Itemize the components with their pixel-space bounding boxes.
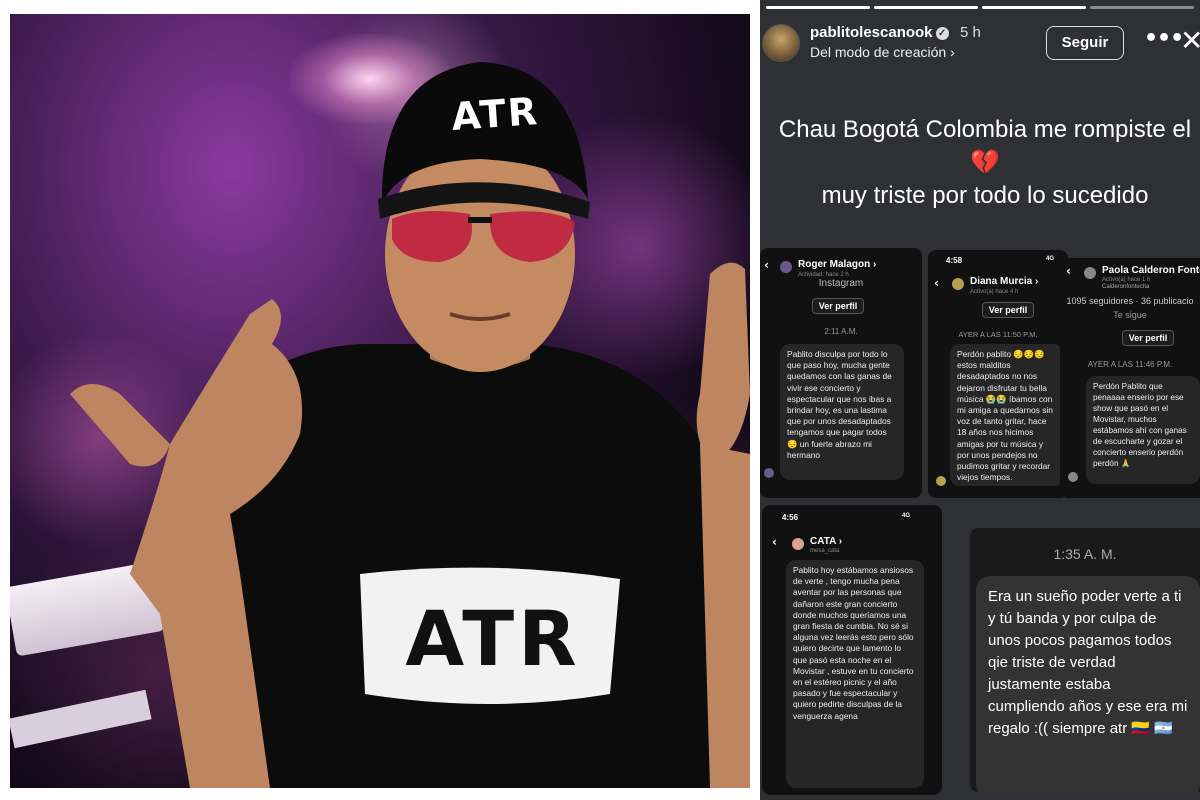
avatar[interactable]	[762, 24, 800, 62]
avatar	[1084, 267, 1096, 279]
contact-name[interactable]: Roger Malagon ›	[798, 259, 876, 270]
back-arrow-icon[interactable]: ‹	[1066, 264, 1071, 278]
dm-screenshot-large: 1:35 A. M. Era un sueño poder verte a ti…	[970, 528, 1200, 792]
status-clock: 4:58	[946, 256, 963, 265]
back-arrow-icon[interactable]: ‹	[934, 276, 939, 290]
follow-button[interactable]: Seguir	[1046, 26, 1124, 60]
story-caption: Chau Bogotá Colombia me rompiste el 💔 mu…	[760, 112, 1200, 214]
avatar	[792, 538, 804, 550]
contact-name[interactable]: Diana Murcia ›	[970, 276, 1038, 287]
avatar	[780, 261, 792, 273]
activity-status: Activo(a) hace 4 h	[970, 289, 1019, 295]
close-icon[interactable]: ✕	[1180, 24, 1200, 57]
activity-status: Activo(a) hace 1 h	[1102, 277, 1151, 283]
broken-heart-icon: 💔	[970, 149, 1000, 176]
message-timestamp: AYER A LAS 11:46 P.M.	[1087, 360, 1173, 369]
more-options-icon[interactable]: •••	[1144, 26, 1184, 51]
progress-segment	[766, 6, 870, 9]
dm-screenshot-cata: 4:56 4G ‹ CATA › mesa_cata Pablito hoy e…	[762, 505, 942, 795]
message-timestamp: AYER A LAS 11:50 P.M.	[958, 330, 1038, 339]
sender-avatar	[936, 476, 946, 486]
contact-name[interactable]: Paola Calderon Fonte	[1102, 265, 1200, 276]
contact-name[interactable]: CATA ›	[810, 536, 842, 547]
dm-screenshot-paola: ‹ Paola Calderon Fonte Activo(a) hace 1 …	[1060, 258, 1200, 498]
caption-line-1: Chau Bogotá Colombia me rompiste el	[778, 116, 1192, 143]
view-profile-button[interactable]: Ver perfil	[812, 298, 864, 314]
message-bubble: Perdón Pablito que penaaaa enserio por e…	[1086, 376, 1200, 484]
dm-screenshot-roger: ‹ Roger Malagon › Actividad: hace 2 h In…	[760, 248, 922, 498]
status-signal: 4G	[1046, 256, 1055, 262]
sender-avatar	[1068, 472, 1078, 482]
contact-handle: mesa_cata	[810, 548, 840, 554]
story-progress-bar	[766, 6, 1194, 9]
message-timestamp: 2:11 A.M.	[824, 327, 858, 336]
back-arrow-icon[interactable]: ‹	[772, 535, 777, 549]
verified-badge-icon: ✓	[935, 27, 949, 40]
contact-handle: Calderonfontecha	[1102, 284, 1150, 290]
message-bubble: Era un sueño poder verte a ti y tú banda…	[976, 576, 1200, 792]
progress-segment	[1090, 6, 1194, 9]
message-bubble: Pablito hoy estábamos ansiosos de verte …	[786, 560, 924, 788]
avatar	[952, 278, 964, 290]
back-arrow-icon[interactable]: ‹	[764, 258, 769, 272]
post-time: 5 h	[960, 24, 981, 41]
status-signal: 4G	[902, 513, 911, 519]
view-profile-button[interactable]: Ver perfil	[982, 302, 1034, 318]
follower-stats: 1095 seguidores · 36 publicacio	[1066, 296, 1194, 306]
story-header: pablitolescanook ✓ 5 h Del modo de creaci…	[760, 16, 1200, 76]
caption-line-2: muy triste por todo lo sucedido	[821, 182, 1149, 209]
status-clock: 4:56	[782, 513, 799, 522]
progress-segment	[982, 6, 1086, 9]
follows-you-label: Te sigue	[1113, 310, 1147, 320]
cap-logo-text: ATR	[449, 88, 541, 139]
sender-avatar	[764, 468, 774, 478]
message-bubble: Perdón pablito 😔😔😔 estos malditos desada…	[950, 344, 1064, 486]
view-profile-button[interactable]: Ver perfil	[1122, 330, 1174, 346]
concert-photo: ATR ATR	[10, 14, 750, 788]
message-bubble: Pablito disculpa por todo lo que paso ho…	[780, 344, 904, 480]
creation-mode-link[interactable]: Del modo de creación ›	[810, 44, 955, 60]
username-text[interactable]: pablitolescanook	[810, 24, 933, 41]
username[interactable]: pablitolescanook ✓	[810, 24, 949, 41]
dm-screenshot-diana: 4:58 4G ‹ Diana Murcia › Activo(a) hace …	[928, 250, 1068, 498]
message-timestamp: 1:35 A. M.	[1053, 546, 1117, 562]
platform-label: Instagram	[818, 278, 864, 289]
progress-segment	[874, 6, 978, 9]
shirt-logo-text: ATR	[405, 594, 581, 683]
